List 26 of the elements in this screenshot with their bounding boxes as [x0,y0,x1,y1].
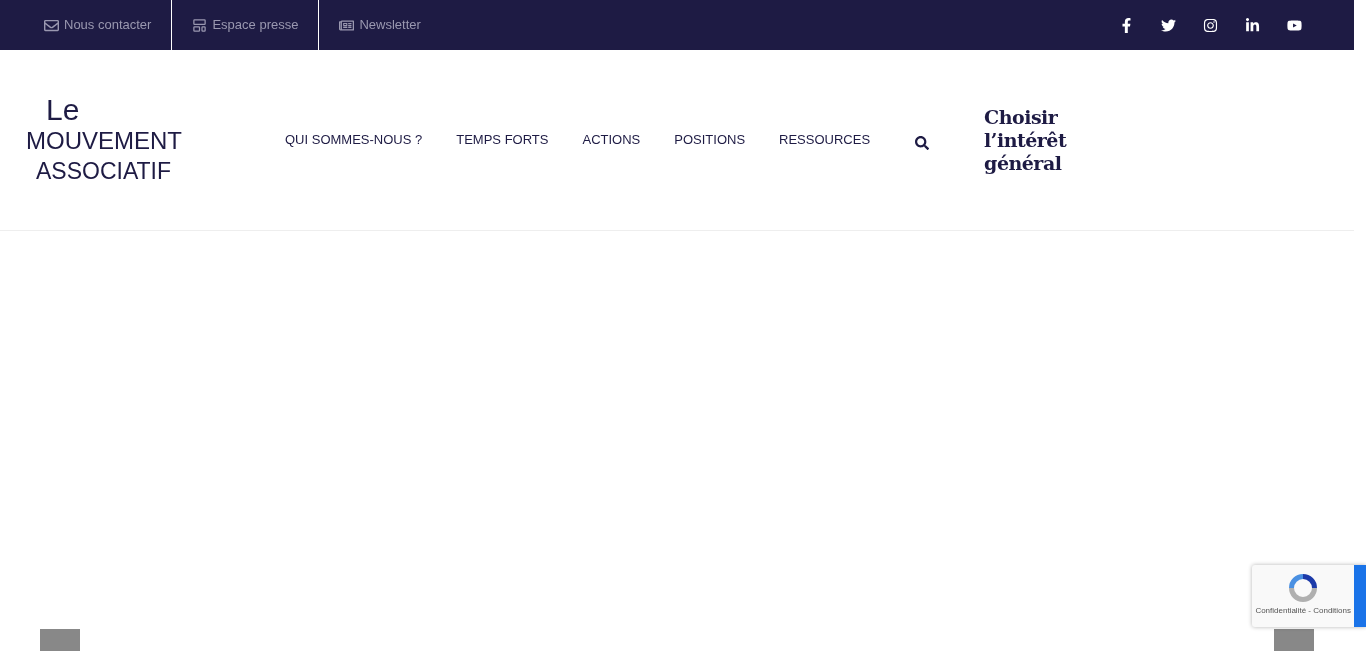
nav-link[interactable]: TEMPS FORTS [439,130,566,150]
search-icon[interactable] [915,136,930,150]
instagram-icon[interactable] [1203,17,1218,33]
top-link[interactable]: Newsletter [339,15,421,35]
recaptcha-badge[interactable]: Confidentialité - Conditions [1252,565,1366,627]
nav-link[interactable]: QUI SOMMES-NOUS ? [268,130,440,150]
campaign-logo[interactable]: Choisir l’intérêt général [984,105,1067,175]
top-link[interactable]: Espace presse [192,15,299,35]
envelope-icon [44,17,59,33]
twitter-icon[interactable] [1161,17,1176,33]
campaign-text: Choisir [984,105,1059,129]
top-link[interactable]: Nous contacter [44,15,152,35]
campaign-text: général [984,151,1063,175]
nav-link[interactable]: POSITIONS [657,130,763,150]
nav-link[interactable]: ACTIONS [565,130,658,150]
recaptcha-strip [1354,565,1366,627]
facebook-icon[interactable] [1119,17,1134,33]
logo-text: ASSOCIATIF [36,157,172,186]
logo-text: Le [46,94,80,126]
logo[interactable]: Le MOUVEMENT ASSOCIATIF [26,94,206,186]
layout-icon [192,17,208,33]
campaign-text: l’intérêt [984,128,1067,152]
recaptcha-links[interactable]: Confidentialité - Conditions [1255,606,1351,616]
nav-link[interactable]: RESSOURCES [762,130,888,150]
linkedin-icon[interactable] [1245,17,1260,33]
logo-text: MOUVEMENT [26,126,182,156]
